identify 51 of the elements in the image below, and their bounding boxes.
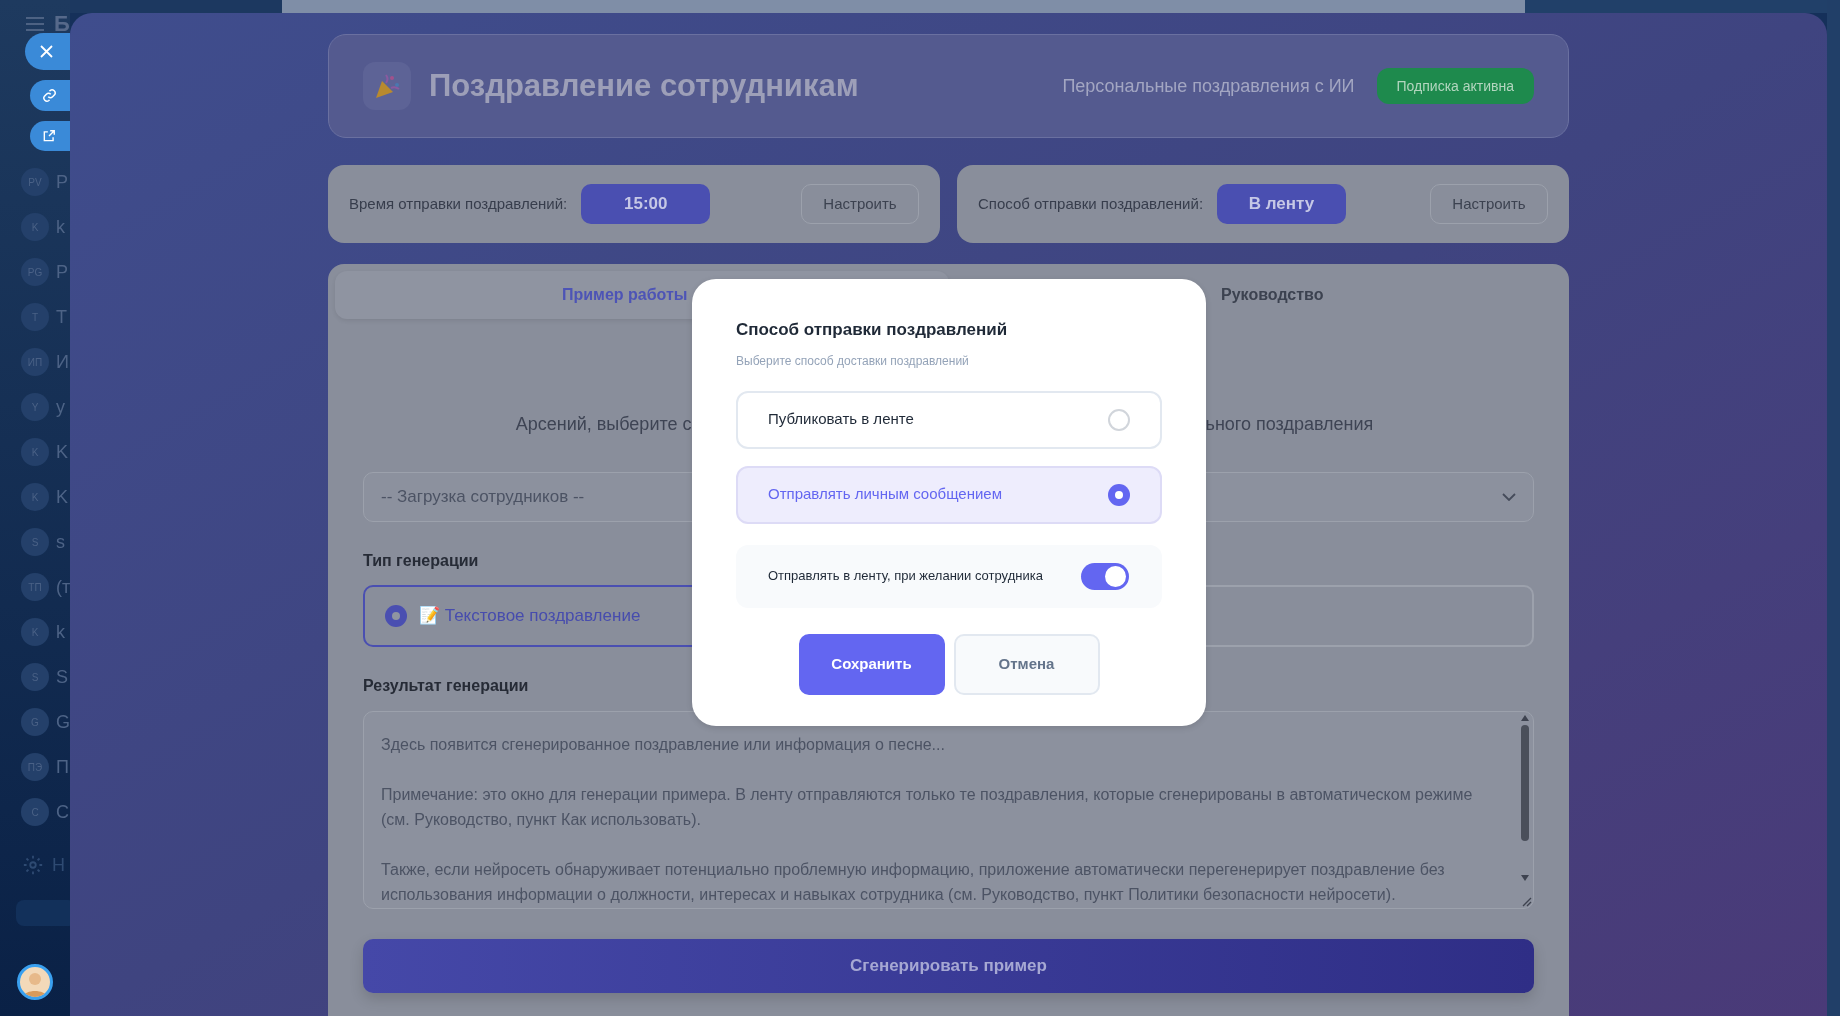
user-avatar[interactable] bbox=[17, 964, 53, 1000]
result-field[interactable]: Здесь появится сгенерированное поздравление или информация о песне... Примечание: это окно для генерации примера. В ленту отправляются только те поздравления, которые сгенерированы в автоматическом режиме (см. Руководство, пункт Как использовать). Также, если нейросеть обнаруживает потенциально проблемную информацию, приложение автоматически перегенерирует поздравление без использования информации о должности, интересах и навыках сотрудника (см. Руководство, пункт Политики безопасности нейросети). bbox=[363, 711, 1534, 909]
sidebar-item[interactable]: y bbox=[56, 398, 65, 416]
page-subtitle: Персональные поздравления с ИИ bbox=[1062, 74, 1355, 98]
status-badge: Подписка активна bbox=[1376, 68, 1534, 104]
delivery-option[interactable]: Отправлять личным сообщением bbox=[736, 465, 1162, 524]
section-label: Тип генерации bbox=[363, 551, 479, 571]
section-label: Результат генерации bbox=[363, 676, 529, 696]
setting-value: В ленту bbox=[1217, 184, 1347, 224]
sidebar-item[interactable]: П bbox=[56, 758, 69, 776]
cancel-button[interactable]: Отмена bbox=[953, 633, 1100, 695]
close-icon bbox=[40, 45, 53, 58]
dialog-title: Способ отправки поздравлений bbox=[736, 319, 1009, 341]
toggle-label: Отправлять в ленту, при желании сотрудника bbox=[768, 567, 1043, 586]
chevron-down-icon bbox=[1502, 493, 1516, 501]
scroll-up-icon[interactable] bbox=[1520, 714, 1530, 722]
link-icon bbox=[42, 88, 57, 103]
setting-label: Время отправки поздравлений: bbox=[349, 193, 568, 214]
save-button[interactable]: Сохранить bbox=[798, 633, 945, 695]
sidebar-item[interactable]: С bbox=[56, 803, 69, 821]
sidebar-item[interactable]: s bbox=[56, 533, 65, 551]
page-title: Поздравление сотрудникам bbox=[429, 66, 859, 105]
sidebar-item[interactable]: (т bbox=[56, 578, 70, 596]
close-button[interactable] bbox=[25, 33, 70, 70]
generate-button[interactable]: Сгенерировать пример bbox=[363, 939, 1534, 993]
configure-button[interactable]: Настроить bbox=[1430, 184, 1548, 224]
sidebar-item[interactable]: S bbox=[56, 668, 68, 686]
menu-icon[interactable] bbox=[26, 17, 44, 31]
party-icon bbox=[363, 62, 411, 110]
settings-icon[interactable] bbox=[22, 854, 44, 876]
sidebar-bar bbox=[16, 900, 70, 926]
open-external-button[interactable] bbox=[30, 121, 70, 151]
sidebar-item[interactable]: k bbox=[56, 623, 65, 641]
delivery-option[interactable]: Публиковать в ленте bbox=[736, 390, 1162, 449]
sidebar-title: Б bbox=[54, 13, 70, 35]
prompt-text: ьного поздравления bbox=[1205, 413, 1374, 436]
external-link-icon bbox=[42, 129, 56, 143]
prompt-text: Арсений, выберите с bbox=[515, 413, 692, 436]
setting-value: 15:00 bbox=[581, 184, 711, 224]
radio[interactable] bbox=[385, 605, 407, 627]
dialog-subtitle: Выберите способ доставки поздравлений bbox=[736, 352, 970, 370]
sidebar-item[interactable]: K bbox=[56, 443, 68, 461]
tab[interactable]: Руководство bbox=[948, 271, 1562, 319]
link-button[interactable] bbox=[30, 80, 70, 111]
configure-button[interactable]: Настроить bbox=[801, 184, 919, 224]
scrollbar[interactable] bbox=[1518, 714, 1532, 882]
setting-label: Способ отправки поздравлений: bbox=[978, 193, 1204, 214]
scroll-down-icon[interactable] bbox=[1520, 874, 1530, 882]
sidebar-item[interactable]: G bbox=[56, 713, 70, 731]
sidebar-item[interactable]: K bbox=[56, 488, 68, 506]
toggle-switch[interactable] bbox=[1081, 562, 1129, 590]
